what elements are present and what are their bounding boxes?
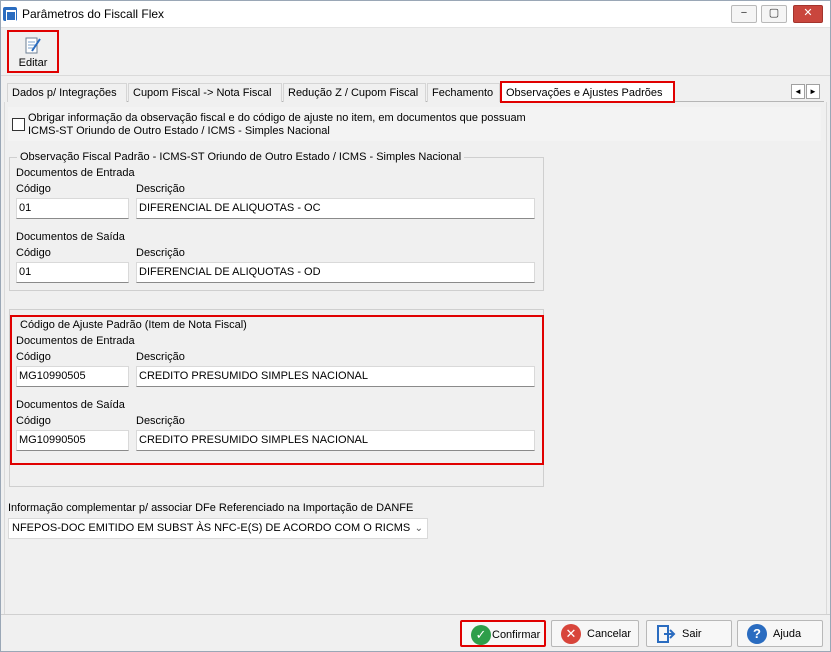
tab-scroll-right-button[interactable]: ► [806,84,820,99]
close-button[interactable]: ✕ [793,5,823,23]
title-bar: Parâmetros do Fiscall Flex − ▢ ✕ [1,1,830,28]
obs-entrada-section: Documentos de Entrada [16,167,135,179]
tab-fechamento[interactable]: Fechamento [427,83,500,102]
window-title: Parâmetros do Fiscall Flex [22,7,165,21]
tab-observacoes-ajustes[interactable]: Observações e Ajustes Padrões [500,81,675,103]
confirmar-button[interactable]: ✓ Confirmar [460,620,546,647]
ajuste-entrada-descricao-field[interactable]: CREDITO PRESUMIDO SIMPLES NACIONAL [136,366,535,387]
confirmar-label: Confirmar [492,629,541,641]
tab-scroll-left-button[interactable]: ◄ [791,84,805,99]
obs-entrada-descricao-label: Descrição [136,183,185,195]
tab-dados-integracoes[interactable]: Dados p/ Integrações [7,83,127,102]
ajuste-entrada-section: Documentos de Entrada [16,335,135,347]
tab-cupom-fiscal-nota[interactable]: Cupom Fiscal -> Nota Fiscal [128,83,282,102]
obrigar-label: Obrigar informação da observação fiscal … [28,112,526,137]
ajuste-saida-codigo-label: Código [16,415,51,427]
cancel-icon: ✕ [561,624,581,644]
obs-saida-descricao-field[interactable]: DIFERENCIAL DE ALIQUOTAS - OD [136,262,535,283]
obs-saida-descricao-label: Descrição [136,247,185,259]
cancelar-button[interactable]: ✕ Cancelar [551,620,639,647]
sair-label: Sair [682,628,702,640]
obs-entrada-codigo-label: Código [16,183,51,195]
obs-entrada-descricao-field[interactable]: DIFERENCIAL DE ALIQUOTAS - OC [136,198,535,219]
ajuste-title: Código de Ajuste Padrão (Item de Nota Fi… [17,319,250,331]
tab-reducao-z[interactable]: Redução Z / Cupom Fiscal [283,83,426,102]
obs-saida-codigo-label: Código [16,247,51,259]
ajuste-entrada-codigo-field[interactable]: MG10990505 [16,366,129,387]
check-icon: ✓ [471,625,491,645]
cancelar-label: Cancelar [587,628,632,640]
info-comp-label: Informação complementar p/ associar DFe … [8,502,414,514]
sair-button[interactable]: Sair [646,620,732,647]
edit-button[interactable]: Editar [7,30,59,73]
ajuda-label: Ajuda [773,628,802,640]
info-comp-value: NFEPOS-DOC EMITIDO EM SUBST ÀS NFC-E(S) … [12,522,411,534]
obs-saida-section: Documentos de Saída [16,231,125,243]
obs-entrada-codigo-field[interactable]: 01 [16,198,129,219]
ajuste-saida-descricao-label: Descrição [136,415,185,427]
ajuste-saida-section: Documentos de Saída [16,399,125,411]
app-icon [3,7,17,21]
exit-icon [657,625,676,643]
maximize-button[interactable]: ▢ [761,5,787,23]
ajuste-entrada-codigo-label: Código [16,351,51,363]
obrigar-checkbox[interactable] [12,118,25,131]
ajuste-entrada-descricao-label: Descrição [136,351,185,363]
ajuda-button[interactable]: ? Ajuda [737,620,823,647]
tab-strip: Dados p/ Integrações Cupom Fiscal -> Not… [7,81,824,103]
obs-saida-codigo-field[interactable]: 01 [16,262,129,283]
bottom-bar: ✓ Confirmar ✕ Cancelar Sair ? Ajuda [1,614,830,652]
edit-button-label: Editar [18,57,48,69]
ajuste-saida-descricao-field[interactable]: CREDITO PRESUMIDO SIMPLES NACIONAL [136,430,535,451]
toolbar: Editar [1,28,830,76]
chevron-down-icon: ⌄ [414,523,423,534]
info-comp-select[interactable]: NFEPOS-DOC EMITIDO EM SUBST ÀS NFC-E(S) … [8,518,428,539]
edit-icon [25,37,41,54]
main-window: Parâmetros do Fiscall Flex − ▢ ✕ Editar … [0,0,831,652]
obs-fiscal-title: Observação Fiscal Padrão - ICMS-ST Oriun… [17,151,465,163]
minimize-button[interactable]: − [731,5,757,23]
help-icon: ? [747,624,767,644]
ajuste-saida-codigo-field[interactable]: MG10990505 [16,430,129,451]
